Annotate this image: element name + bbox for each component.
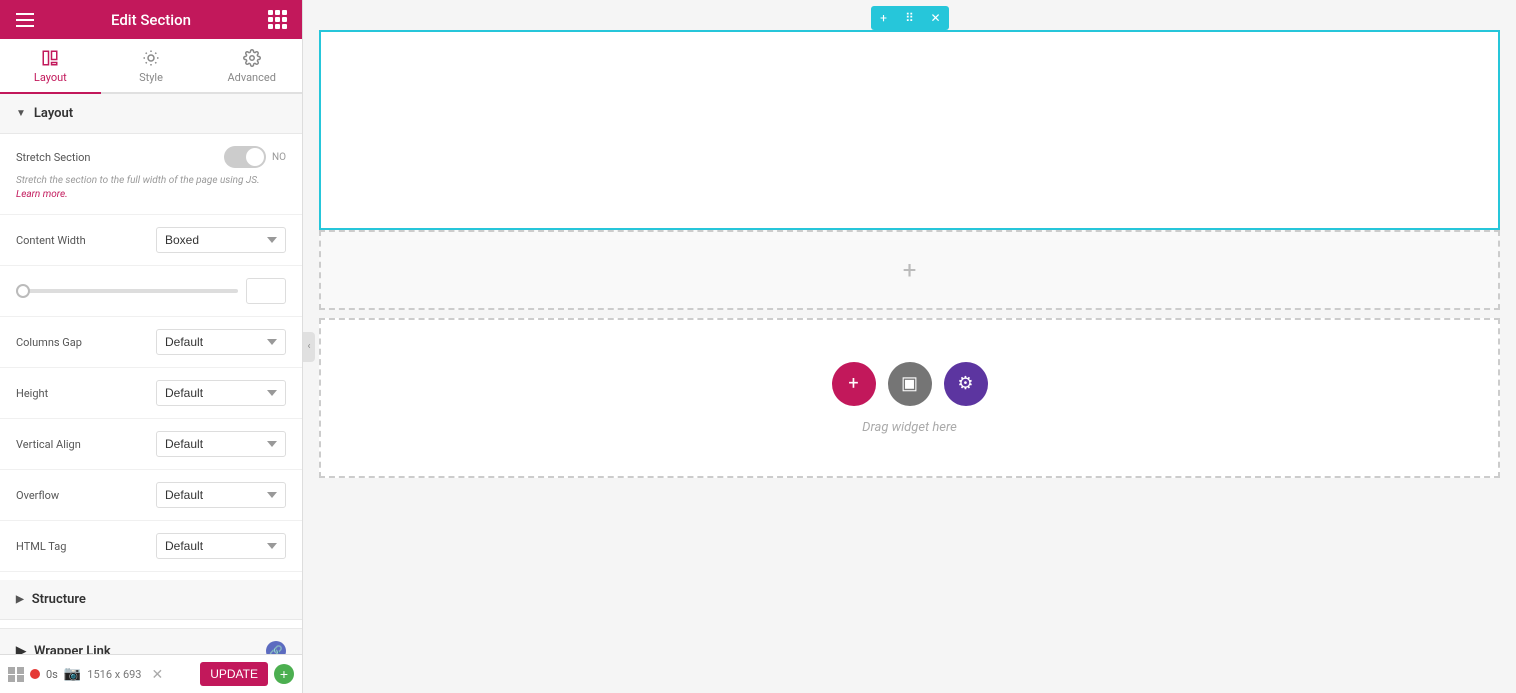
structure-section-title: Structure [32, 592, 86, 607]
timer-label: 0s [46, 668, 58, 681]
learn-more-link[interactable]: Learn more. [16, 189, 68, 200]
structure-section-header[interactable]: ▶ Structure [0, 580, 302, 620]
content-width-label: Content Width [16, 234, 156, 247]
wrapper-link-arrow-icon: ▶ [16, 644, 26, 655]
canvas-selected-section [319, 30, 1500, 230]
html-tag-select[interactable]: Default header main footer article secti… [156, 533, 286, 559]
tab-advanced[interactable]: Advanced [201, 39, 302, 94]
height-select[interactable]: Default Fit To Screen Min Height [156, 380, 286, 406]
toggle-value-label: NO [272, 152, 286, 163]
overflow-select[interactable]: Default Hidden [156, 482, 286, 508]
layout-group: ▼ Layout Stretch Section NO [0, 94, 302, 572]
hamburger-menu-icon[interactable] [16, 13, 34, 27]
add-section-bottom-button[interactable]: + [274, 664, 294, 684]
panel-collapse-handle[interactable]: ‹ [303, 332, 315, 362]
panel-tabs: Layout Style Advanced [0, 39, 302, 94]
width-value-input[interactable] [246, 278, 286, 304]
grid-apps-icon[interactable] [268, 10, 286, 29]
panel-title: Edit Section [34, 11, 268, 29]
left-panel: Edit Section Layout Style [0, 0, 303, 693]
folder-widget-button[interactable]: ▣ [888, 362, 932, 406]
layout-arrow-icon: ▼ [16, 108, 26, 119]
tab-style[interactable]: Style [101, 39, 202, 94]
vertical-align-field: Vertical Align Default Top Middle Bottom [0, 419, 302, 470]
layout-section-header[interactable]: ▼ Layout [0, 94, 302, 134]
settings-widget-button[interactable]: ⚙ [944, 362, 988, 406]
vertical-align-label: Vertical Align [16, 438, 156, 451]
tab-layout[interactable]: Layout [0, 39, 101, 94]
link-icon: 🔗 [266, 641, 286, 654]
toolbar-move-button[interactable]: ⠿ [897, 6, 923, 30]
content-width-field: Content Width Boxed Full Width [0, 215, 302, 266]
stretch-section-field: Stretch Section NO Stretch the section t… [0, 134, 302, 215]
columns-gap-select[interactable]: Default No Gap Narrow Extended Wide Wide… [156, 329, 286, 355]
section-toolbar: + ⠿ ✕ [871, 6, 949, 30]
toolbar-close-button[interactable]: ✕ [923, 6, 949, 30]
add-widget-button[interactable]: + [832, 362, 876, 406]
close-button[interactable]: ✕ [148, 664, 168, 685]
width-slider[interactable] [16, 289, 238, 293]
widget-drop-section[interactable]: + ▣ ⚙ Drag widget here [319, 318, 1500, 478]
toolbar-add-button[interactable]: + [871, 6, 897, 30]
height-label: Height [16, 387, 156, 400]
structure-arrow-icon: ▶ [16, 594, 24, 605]
height-field: Height Default Fit To Screen Min Height [0, 368, 302, 419]
camera-icon[interactable]: 📷 [64, 666, 81, 682]
bottom-bar: 0s 📷 1516 x 693 ✕ UPDATE + [0, 654, 302, 693]
update-button[interactable]: UPDATE [200, 662, 268, 686]
drag-widget-text: Drag widget here [862, 420, 957, 435]
add-section-plus-icon: + [903, 256, 917, 284]
right-canvas: + ⠿ ✕ + + ▣ ⚙ Drag widget here [303, 0, 1516, 693]
red-dot-indicator [30, 669, 40, 679]
selected-section-wrapper: + ⠿ ✕ [319, 30, 1500, 230]
width-slider-field [0, 266, 302, 317]
stretch-section-toggle[interactable]: NO [224, 146, 286, 168]
layout-section-title: Layout [34, 106, 73, 121]
columns-gap-field: Columns Gap Default No Gap Narrow Extend… [0, 317, 302, 368]
panel-header: Edit Section [0, 0, 302, 39]
add-section-area[interactable]: + [319, 230, 1500, 310]
overflow-field: Overflow Default Hidden [0, 470, 302, 521]
columns-gap-label: Columns Gap [16, 336, 156, 349]
panel-content: ▼ Layout Stretch Section NO [0, 94, 302, 654]
wrapper-link-title: Wrapper Link [34, 644, 111, 655]
wrapper-link-header[interactable]: ▶ Wrapper Link 🔗 [0, 628, 302, 654]
html-tag-field: HTML Tag Default header main footer arti… [0, 521, 302, 572]
responsive-icon[interactable] [8, 667, 24, 682]
stretch-help-text: Stretch the section to the full width of… [16, 174, 286, 202]
bottom-bar-left: 0s 📷 1516 x 693 ✕ [8, 664, 194, 685]
stretch-section-label: Stretch Section [16, 151, 224, 164]
content-width-select[interactable]: Boxed Full Width [156, 227, 286, 253]
widget-action-buttons: + ▣ ⚙ [832, 362, 988, 406]
dimensions-label: 1516 x 693 [87, 668, 141, 681]
overflow-label: Overflow [16, 489, 156, 502]
html-tag-label: HTML Tag [16, 540, 156, 553]
vertical-align-select[interactable]: Default Top Middle Bottom [156, 431, 286, 457]
